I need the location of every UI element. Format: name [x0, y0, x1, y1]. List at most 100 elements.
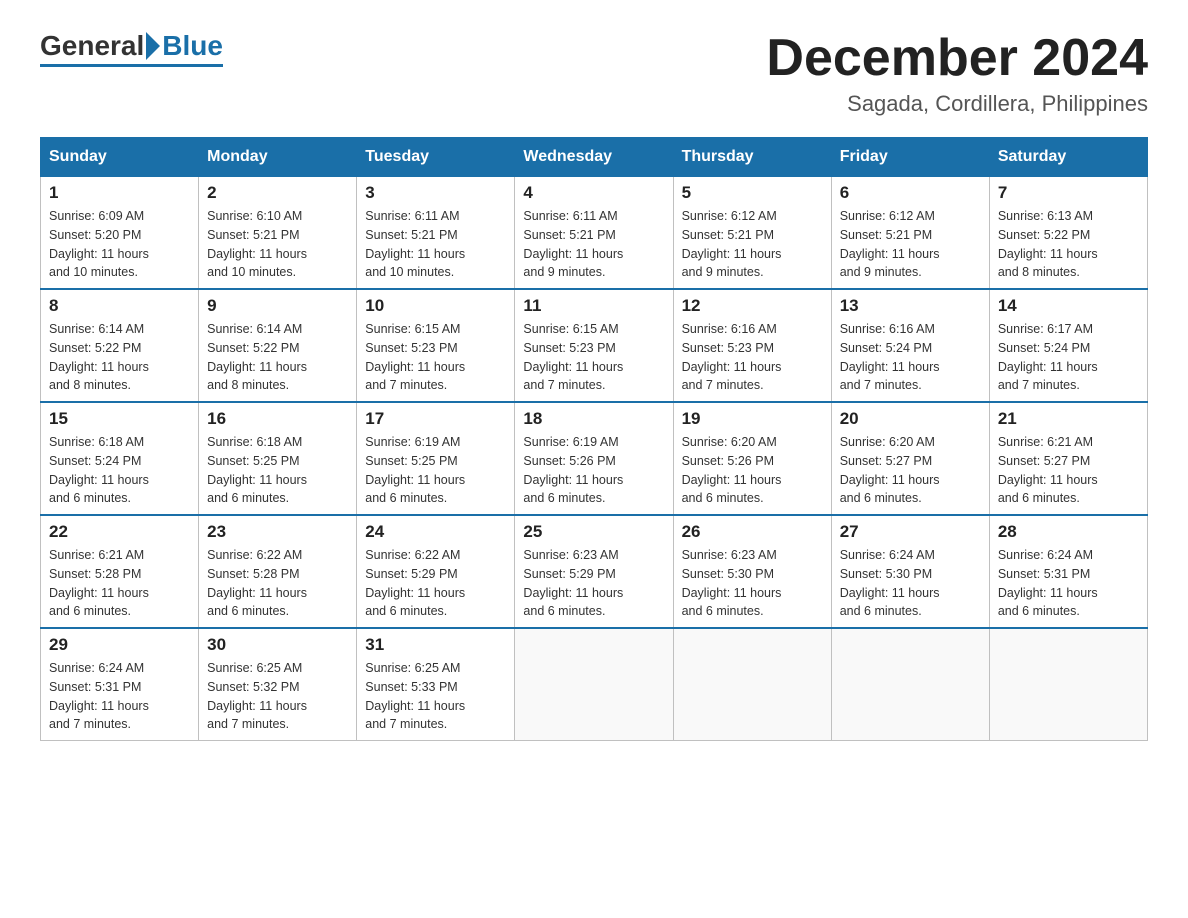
day-info: Sunrise: 6:18 AMSunset: 5:24 PMDaylight:…	[49, 433, 190, 508]
day-info: Sunrise: 6:20 AMSunset: 5:26 PMDaylight:…	[682, 433, 823, 508]
calendar-day-cell: 1 Sunrise: 6:09 AMSunset: 5:20 PMDaylight…	[41, 177, 199, 290]
calendar-week-row: 1 Sunrise: 6:09 AMSunset: 5:20 PMDaylight…	[41, 177, 1148, 290]
day-info: Sunrise: 6:23 AMSunset: 5:30 PMDaylight:…	[682, 546, 823, 621]
day-info: Sunrise: 6:10 AMSunset: 5:21 PMDaylight:…	[207, 207, 348, 282]
day-number: 28	[998, 522, 1139, 542]
page-header: General Blue December 2024 Sagada, Cordil…	[40, 30, 1148, 117]
day-number: 6	[840, 183, 981, 203]
day-number: 20	[840, 409, 981, 429]
day-number: 12	[682, 296, 823, 316]
calendar-day-cell: 8 Sunrise: 6:14 AMSunset: 5:22 PMDaylight…	[41, 289, 199, 402]
weekday-header-wednesday: Wednesday	[515, 138, 673, 177]
calendar-day-cell: 15 Sunrise: 6:18 AMSunset: 5:24 PMDayligh…	[41, 402, 199, 515]
title-area: December 2024 Sagada, Cordillera, Philip…	[766, 30, 1148, 117]
calendar-week-row: 15 Sunrise: 6:18 AMSunset: 5:24 PMDayligh…	[41, 402, 1148, 515]
calendar-day-cell: 12 Sunrise: 6:16 AMSunset: 5:23 PMDayligh…	[673, 289, 831, 402]
day-info: Sunrise: 6:19 AMSunset: 5:25 PMDaylight:…	[365, 433, 506, 508]
day-info: Sunrise: 6:11 AMSunset: 5:21 PMDaylight:…	[365, 207, 506, 282]
calendar-day-cell: 17 Sunrise: 6:19 AMSunset: 5:25 PMDayligh…	[357, 402, 515, 515]
logo-triangle-icon	[146, 32, 160, 60]
day-info: Sunrise: 6:16 AMSunset: 5:23 PMDaylight:…	[682, 320, 823, 395]
month-title: December 2024	[766, 30, 1148, 87]
calendar-day-cell: 21 Sunrise: 6:21 AMSunset: 5:27 PMDayligh…	[989, 402, 1147, 515]
day-number: 15	[49, 409, 190, 429]
day-number: 26	[682, 522, 823, 542]
calendar-day-cell: 31Sunrise: 6:25 AMSunset: 5:33 PMDayligh…	[357, 628, 515, 741]
day-number: 22	[49, 522, 190, 542]
day-number: 8	[49, 296, 190, 316]
day-info: Sunrise: 6:14 AMSunset: 5:22 PMDaylight:…	[207, 320, 348, 395]
weekday-header-saturday: Saturday	[989, 138, 1147, 177]
calendar-day-cell	[673, 628, 831, 741]
calendar-week-row: 22 Sunrise: 6:21 AMSunset: 5:28 PMDayligh…	[41, 515, 1148, 628]
calendar-day-cell: 29 Sunrise: 6:24 AMSunset: 5:31 PMDayligh…	[41, 628, 199, 741]
day-number: 9	[207, 296, 348, 316]
day-info: Sunrise: 6:16 AMSunset: 5:24 PMDaylight:…	[840, 320, 981, 395]
day-info: Sunrise: 6:18 AMSunset: 5:25 PMDaylight:…	[207, 433, 348, 508]
day-number: 16	[207, 409, 348, 429]
day-info: Sunrise: 6:09 AMSunset: 5:20 PMDaylight:…	[49, 207, 190, 282]
calendar-day-cell: 22 Sunrise: 6:21 AMSunset: 5:28 PMDayligh…	[41, 515, 199, 628]
weekday-header-tuesday: Tuesday	[357, 138, 515, 177]
day-number: 14	[998, 296, 1139, 316]
day-number: 11	[523, 296, 664, 316]
weekday-header-thursday: Thursday	[673, 138, 831, 177]
day-number: 17	[365, 409, 506, 429]
calendar-day-cell: 30 Sunrise: 6:25 AMSunset: 5:32 PMDayligh…	[199, 628, 357, 741]
day-number: 2	[207, 183, 348, 203]
logo-general-text: General	[40, 30, 144, 62]
calendar-day-cell: 9 Sunrise: 6:14 AMSunset: 5:22 PMDaylight…	[199, 289, 357, 402]
day-info: Sunrise: 6:25 AMSunset: 5:32 PMDaylight:…	[207, 659, 348, 734]
day-number: 18	[523, 409, 664, 429]
calendar-day-cell	[831, 628, 989, 741]
calendar-day-cell: 10Sunrise: 6:15 AMSunset: 5:23 PMDayligh…	[357, 289, 515, 402]
day-info: Sunrise: 6:21 AMSunset: 5:27 PMDaylight:…	[998, 433, 1139, 508]
calendar-day-cell: 2 Sunrise: 6:10 AMSunset: 5:21 PMDaylight…	[199, 177, 357, 290]
day-info: Sunrise: 6:24 AMSunset: 5:31 PMDaylight:…	[49, 659, 190, 734]
logo-blue-text: Blue	[162, 30, 223, 62]
calendar-table: SundayMondayTuesdayWednesdayThursdayFrid…	[40, 137, 1148, 741]
calendar-day-cell: 26 Sunrise: 6:23 AMSunset: 5:30 PMDayligh…	[673, 515, 831, 628]
day-number: 27	[840, 522, 981, 542]
day-number: 23	[207, 522, 348, 542]
calendar-day-cell: 14Sunrise: 6:17 AMSunset: 5:24 PMDayligh…	[989, 289, 1147, 402]
calendar-day-cell	[515, 628, 673, 741]
day-info: Sunrise: 6:21 AMSunset: 5:28 PMDaylight:…	[49, 546, 190, 621]
day-number: 13	[840, 296, 981, 316]
day-number: 21	[998, 409, 1139, 429]
day-number: 4	[523, 183, 664, 203]
day-number: 24	[365, 522, 506, 542]
day-info: Sunrise: 6:15 AMSunset: 5:23 PMDaylight:…	[365, 320, 506, 395]
calendar-day-cell: 19Sunrise: 6:20 AMSunset: 5:26 PMDayligh…	[673, 402, 831, 515]
day-info: Sunrise: 6:12 AMSunset: 5:21 PMDaylight:…	[682, 207, 823, 282]
logo-underline	[40, 64, 223, 67]
day-info: Sunrise: 6:19 AMSunset: 5:26 PMDaylight:…	[523, 433, 664, 508]
calendar-day-cell: 6Sunrise: 6:12 AMSunset: 5:21 PMDaylight…	[831, 177, 989, 290]
calendar-day-cell: 11 Sunrise: 6:15 AMSunset: 5:23 PMDayligh…	[515, 289, 673, 402]
calendar-day-cell: 7Sunrise: 6:13 AMSunset: 5:22 PMDaylight…	[989, 177, 1147, 290]
day-number: 5	[682, 183, 823, 203]
day-info: Sunrise: 6:23 AMSunset: 5:29 PMDaylight:…	[523, 546, 664, 621]
calendar-day-cell: 18 Sunrise: 6:19 AMSunset: 5:26 PMDayligh…	[515, 402, 673, 515]
calendar-day-cell: 4 Sunrise: 6:11 AMSunset: 5:21 PMDaylight…	[515, 177, 673, 290]
day-number: 30	[207, 635, 348, 655]
weekday-header-sunday: Sunday	[41, 138, 199, 177]
calendar-day-cell: 24 Sunrise: 6:22 AMSunset: 5:29 PMDayligh…	[357, 515, 515, 628]
day-info: Sunrise: 6:11 AMSunset: 5:21 PMDaylight:…	[523, 207, 664, 282]
day-number: 25	[523, 522, 664, 542]
day-number: 1	[49, 183, 190, 203]
calendar-day-cell	[989, 628, 1147, 741]
day-info: Sunrise: 6:22 AMSunset: 5:29 PMDaylight:…	[365, 546, 506, 621]
calendar-day-cell: 5 Sunrise: 6:12 AMSunset: 5:21 PMDaylight…	[673, 177, 831, 290]
weekday-header-friday: Friday	[831, 138, 989, 177]
calendar-day-cell: 20 Sunrise: 6:20 AMSunset: 5:27 PMDayligh…	[831, 402, 989, 515]
day-info: Sunrise: 6:15 AMSunset: 5:23 PMDaylight:…	[523, 320, 664, 395]
day-number: 29	[49, 635, 190, 655]
day-info: Sunrise: 6:20 AMSunset: 5:27 PMDaylight:…	[840, 433, 981, 508]
day-info: Sunrise: 6:14 AMSunset: 5:22 PMDaylight:…	[49, 320, 190, 395]
calendar-day-cell: 3Sunrise: 6:11 AMSunset: 5:21 PMDaylight…	[357, 177, 515, 290]
day-info: Sunrise: 6:25 AMSunset: 5:33 PMDaylight:…	[365, 659, 506, 734]
calendar-day-cell: 16 Sunrise: 6:18 AMSunset: 5:25 PMDayligh…	[199, 402, 357, 515]
calendar-day-cell: 13 Sunrise: 6:16 AMSunset: 5:24 PMDayligh…	[831, 289, 989, 402]
calendar-day-cell: 27Sunrise: 6:24 AMSunset: 5:30 PMDayligh…	[831, 515, 989, 628]
